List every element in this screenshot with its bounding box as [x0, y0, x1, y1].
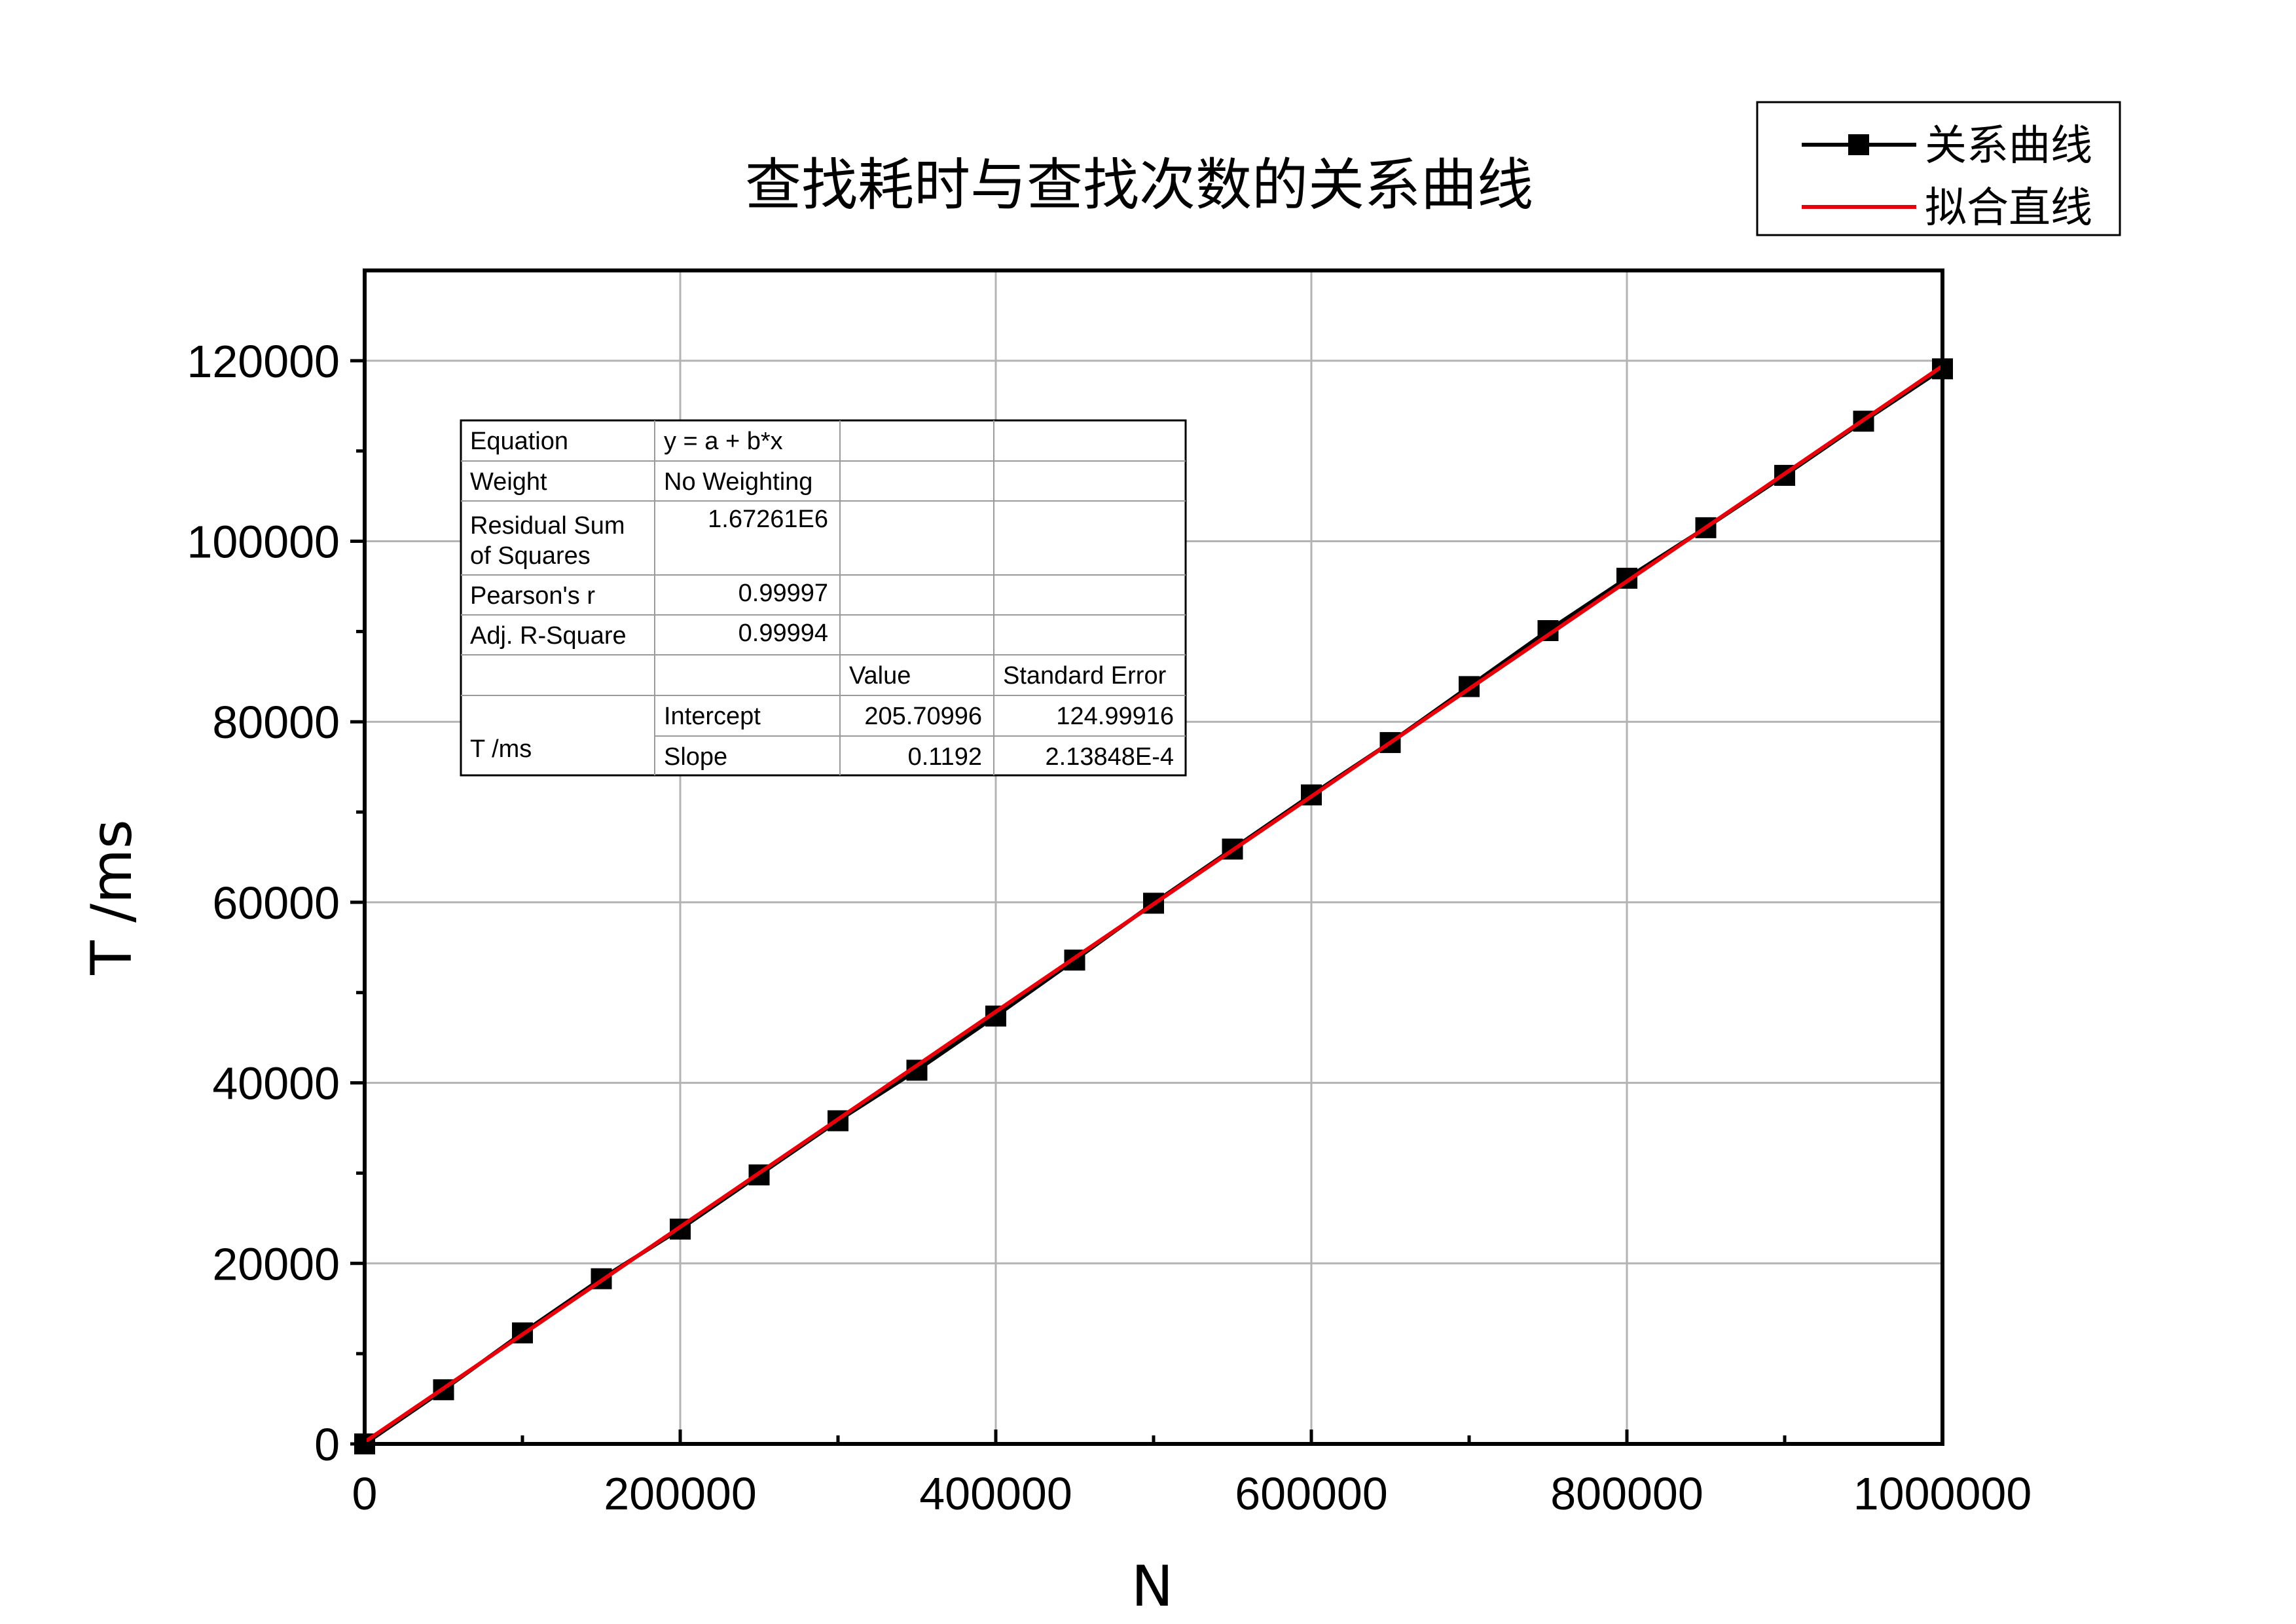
y-tick-label: 100000	[187, 517, 340, 568]
chart: 查找耗时与查找次数的关系曲线 N T /ms 0 200000 400000 6000…	[79, 101, 2121, 1619]
stats-cell: Slope	[664, 743, 727, 771]
y-axis-title: T /ms	[79, 819, 145, 975]
stats-cell: Value	[849, 662, 911, 690]
x-tick-label: 400000	[919, 1468, 1072, 1519]
x-tick-label: 200000	[604, 1468, 757, 1519]
y-tick-label: 120000	[187, 336, 340, 387]
stats-cell: 0.1192	[908, 743, 982, 771]
y-tick-label: 20000	[212, 1238, 340, 1289]
y-tick-label: 0	[314, 1419, 340, 1470]
stats-cell: Standard Error	[1003, 662, 1167, 690]
legend: 关系曲线拟合直线	[1756, 101, 2121, 236]
chart-title: 查找耗时与查找次数的关系曲线	[745, 153, 1533, 218]
stats-cell: T /ms	[470, 735, 532, 763]
stats-cell: 0.99994	[738, 619, 828, 647]
x-tick-label: 0	[352, 1468, 378, 1519]
fit-statistics-table: Equation y = a + b*x Weight No Weighting Res…	[460, 419, 1187, 777]
stats-cell: of Squares	[470, 542, 591, 570]
x-tick-label: 600000	[1235, 1468, 1388, 1519]
stats-cell: 205.70996	[864, 703, 982, 730]
stats-cell: 0.99997	[738, 580, 828, 607]
stats-cell: Pearson's r	[470, 582, 595, 610]
x-tick-label: 800000	[1550, 1468, 1704, 1519]
stats-cell: Adj. R-Square	[470, 622, 627, 650]
legend-swatch-marker	[1848, 134, 1869, 155]
x-tick-label: 1000000	[1853, 1468, 2032, 1519]
stats-cell: 2.13848E-4	[1046, 743, 1175, 771]
legend-label: 关系曲线	[1925, 122, 2092, 170]
y-tick-label: 40000	[212, 1058, 340, 1109]
stats-cell: No Weighting	[664, 468, 812, 496]
stats-cell: y = a + b*x	[664, 428, 783, 455]
stats-cell: Weight	[470, 468, 547, 496]
legend-label: 拟合直线	[1925, 184, 2092, 232]
y-tick-label: 60000	[212, 877, 340, 929]
stats-cell: Residual Sum	[470, 512, 625, 540]
x-axis-title: N	[1131, 1554, 1173, 1619]
stats-cell: 1.67261E6	[708, 506, 828, 533]
stats-cell: Equation	[470, 428, 568, 455]
stats-cell: Intercept	[664, 703, 761, 730]
stats-cell: 124.99916	[1056, 703, 1174, 730]
y-tick-label: 80000	[212, 697, 340, 748]
